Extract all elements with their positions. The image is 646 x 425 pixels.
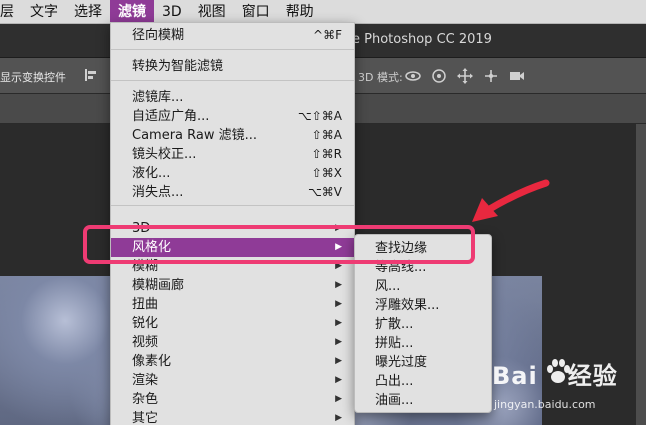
menu-1[interactable]: 文字 [22, 0, 66, 24]
shortcut-label: ^⌘F [313, 28, 342, 42]
slide-3d-icon[interactable] [482, 67, 500, 85]
filter-menu-item[interactable]: 渲染 ▶ [111, 371, 354, 390]
filter-menu-item[interactable]: 滤镜库... [111, 88, 354, 107]
menu-3[interactable]: 滤镜 [110, 0, 154, 24]
filter-menu-item-label: 模糊画廊 [132, 278, 185, 293]
3d-mode-label: 3D 模式: [358, 71, 403, 84]
photoshop-window: e Photoshop CC 2019 显示变换控件 3D 模式: 层 文字 选… [0, 0, 646, 425]
filter-menu-item-label: 扭曲 [132, 297, 159, 312]
filter-menu-item[interactable]: 消失点... ⌥⌘V [111, 183, 354, 202]
filter-menu-item-label: 滤镜库... [132, 90, 184, 105]
filter-menu-item[interactable]: 径向模糊 ^⌘F [111, 26, 354, 45]
filter-menu-item-label: 镜头校正... [132, 147, 197, 162]
filter-menu-item[interactable]: Camera Raw 滤镜... ⇧⌘A [111, 126, 354, 145]
stylize-submenu-item[interactable]: 浮雕效果... [355, 296, 491, 315]
filter-menu-item-label: 视频 [132, 335, 159, 350]
watermark-url: jingyan.baidu.com [494, 398, 596, 411]
submenu-arrow-icon: ▶ [335, 356, 342, 366]
watermark-brand-suffix: 经验 [567, 362, 618, 390]
baidu-watermark: Bai 经验 jingyan.baidu.com [492, 356, 644, 420]
stylize-submenu-item[interactable]: 曝光过度 [355, 353, 491, 372]
orbit-3d-icon[interactable] [404, 67, 422, 85]
filter-menu-item[interactable]: 视频 ▶ [111, 333, 354, 352]
filter-menu-item-label: 像素化 [132, 354, 172, 369]
filter-menu-item[interactable]: 杂色 ▶ [111, 390, 354, 409]
stylize-submenu-item-label: 风... [375, 279, 401, 294]
filter-menu-item-label: 杂色 [132, 392, 159, 407]
filter-menu-item-label: 锐化 [132, 316, 159, 331]
menu-2[interactable]: 选择 [66, 0, 110, 24]
pan-3d-icon[interactable] [456, 67, 474, 85]
stylize-submenu-item[interactable]: 拼贴... [355, 334, 491, 353]
stylize-submenu-item-label: 凸出... [375, 374, 414, 389]
filter-menu-item-label: 转换为智能滤镜 [132, 59, 224, 74]
filter-menu-item[interactable]: 模糊画廊 ▶ [111, 276, 354, 295]
stylize-submenu-item[interactable]: 风... [355, 277, 491, 296]
stylize-submenu-item-label: 曝光过度 [375, 355, 428, 370]
show-transform-controls-label[interactable]: 显示变换控件 [0, 69, 66, 85]
filter-menu-item-label: Camera Raw 滤镜... [132, 128, 258, 143]
menu-separator [111, 80, 354, 81]
submenu-arrow-icon: ▶ [335, 318, 342, 328]
stylize-submenu-item[interactable]: 油画... [355, 391, 491, 410]
baidu-paw-icon [547, 359, 570, 383]
submenu-arrow-icon: ▶ [335, 375, 342, 385]
filter-menu-item[interactable]: 自适应广角... ⌥⇧⌘A [111, 107, 354, 126]
stylize-submenu-item-label: 浮雕效果... [375, 298, 440, 313]
filter-menu-item[interactable]: 其它 ▶ [111, 409, 354, 425]
filter-menu-item[interactable]: 锐化 ▶ [111, 314, 354, 333]
menu-6[interactable]: 窗口 [234, 0, 278, 24]
roll-3d-icon[interactable] [430, 67, 448, 85]
submenu-arrow-icon: ▶ [335, 280, 342, 290]
filter-menu-item-label: 渲染 [132, 373, 159, 388]
filter-menu-item-label: 消失点... [132, 185, 184, 200]
menu-7[interactable]: 帮助 [278, 0, 322, 24]
app-title: e Photoshop CC 2019 [352, 32, 492, 47]
filter-menu-item-label: 液化... [132, 166, 171, 181]
filter-menu-item[interactable]: 液化... ⇧⌘X [111, 164, 354, 183]
submenu-arrow-icon: ▶ [335, 394, 342, 404]
shortcut-label: ⇧⌘R [311, 147, 342, 161]
menu-5[interactable]: 视图 [190, 0, 234, 24]
filter-menu-item[interactable]: 镜头校正... ⇧⌘R [111, 145, 354, 164]
menu-4[interactable]: 3D [154, 0, 190, 24]
stylize-submenu-item[interactable]: 扩散... [355, 315, 491, 334]
menu-bar: 层文字 选择 滤镜 3D 视图 窗口 帮助 [0, 0, 646, 24]
shortcut-label: ⌥⇧⌘A [297, 109, 342, 123]
menu-separator [111, 205, 354, 206]
filter-menu-item-label: 自适应广角... [132, 109, 210, 124]
filter-menu-item[interactable]: 扭曲 ▶ [111, 295, 354, 314]
stylize-submenu-item-label: 拼贴... [375, 336, 414, 351]
filter-menu: 径向模糊 ^⌘F 转换为智能滤镜 滤镜库... 自适应广角... ⌥⇧⌘A Camera R… [110, 22, 355, 425]
align-icon[interactable] [84, 68, 98, 82]
shortcut-label: ⌥⌘V [307, 185, 342, 199]
filter-menu-item[interactable]: 像素化 ▶ [111, 352, 354, 371]
watermark-brand: Bai [492, 362, 538, 390]
stylize-submenu-item-label: 油画... [375, 393, 414, 408]
submenu-arrow-icon: ▶ [335, 413, 342, 423]
camera-3d-icon[interactable] [508, 67, 526, 85]
menu-separator [111, 49, 354, 50]
submenu-arrow-icon: ▶ [335, 337, 342, 347]
filter-menu-item-label: 径向模糊 [132, 28, 185, 43]
filter-menu-item[interactable]: 转换为智能滤镜 [111, 57, 354, 76]
stylize-submenu-item-label: 扩散... [375, 317, 414, 332]
filter-menu-item-label: 其它 [132, 411, 159, 425]
submenu-arrow-icon: ▶ [335, 299, 342, 309]
menu-0[interactable]: 层 [0, 0, 22, 24]
shortcut-label: ⇧⌘A [311, 128, 342, 142]
stylize-submenu-item[interactable]: 凸出... [355, 372, 491, 391]
shortcut-label: ⇧⌘X [311, 166, 342, 180]
highlight-annotation [83, 225, 475, 264]
red-arrow-icon [472, 179, 550, 222]
